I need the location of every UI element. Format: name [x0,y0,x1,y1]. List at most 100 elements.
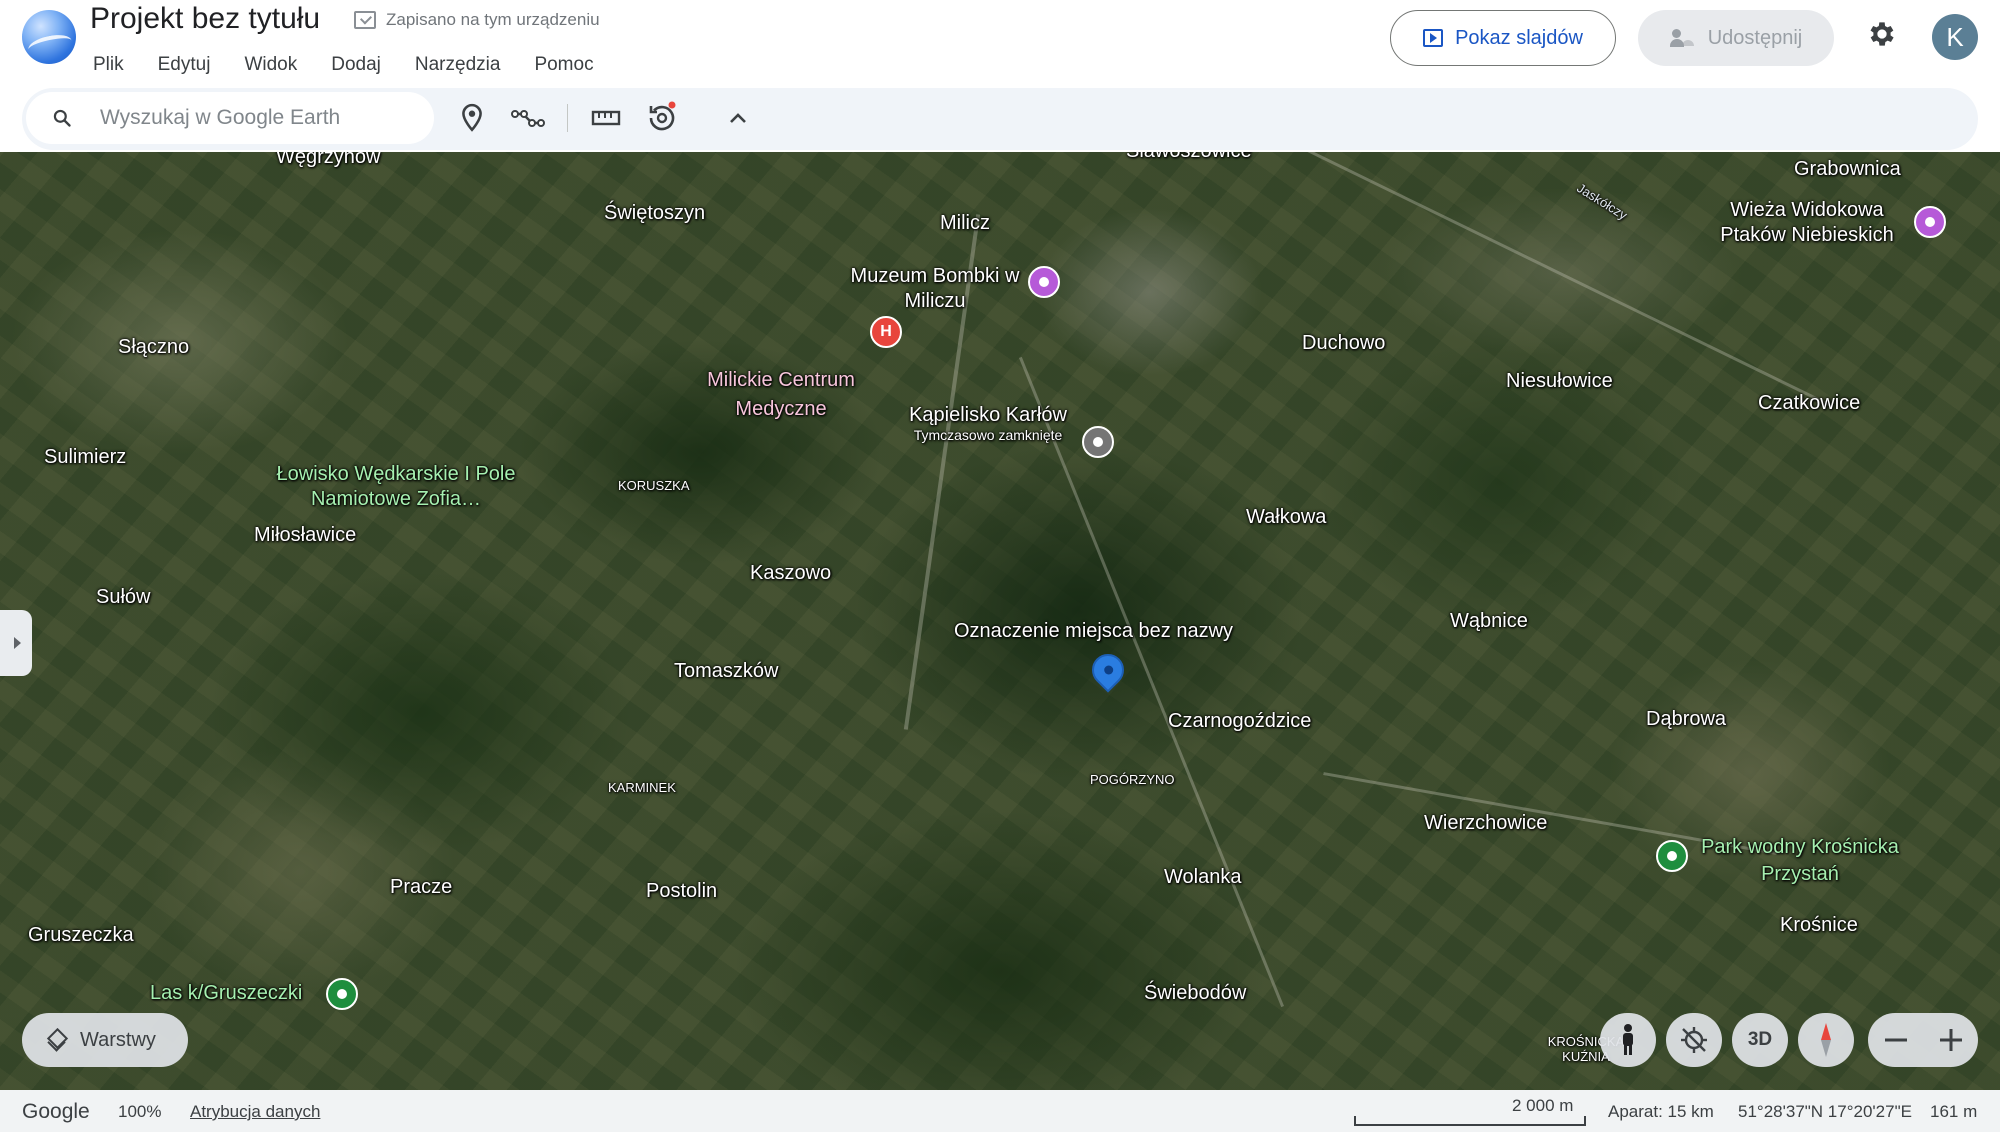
chevron-up-icon [730,113,746,123]
share-label: Udostępnij [1707,26,1803,49]
place-label[interactable]: Węgrzynów [276,152,380,169]
locality-label[interactable]: KARMINEK [608,780,676,795]
project-title[interactable]: Projekt bez tytułu [90,2,320,36]
pegman-icon [1623,1024,1633,1055]
locality-label[interactable]: POGÓRZYNO [1090,772,1175,787]
zoom-level: 100% [118,1102,162,1121]
poi-label[interactable]: Las k/Gruszeczki [150,982,302,1005]
collapse-toolbar-button[interactable] [718,98,758,138]
place-label[interactable]: Wierzchowice [1424,812,1547,835]
search-box[interactable] [26,92,434,144]
google-earth-logo[interactable] [22,10,76,64]
hospital-label[interactable]: Milickie Centrum Medyczne [696,366,866,424]
settings-gear-icon[interactable] [1866,18,1898,50]
place-label[interactable]: Świebodów [1144,982,1246,1005]
place-label[interactable]: Czarnogoździce [1168,710,1311,733]
place-label[interactable]: Sułów [96,586,150,609]
side-panel-toggle[interactable] [0,610,32,676]
beach-poi-icon[interactable] [1082,426,1114,458]
poi-label[interactable]: Łowisko Wędkarskie I Pole Namiotowe Zofi… [276,462,516,512]
zoom-in-button[interactable] [1923,1013,1978,1067]
kapielisko-status: Tymczasowo zamknięte [913,427,1063,443]
place-label[interactable]: Niesułowice [1506,370,1613,393]
draw-line-tool[interactable] [508,98,548,138]
place-label[interactable]: Słączno [118,336,189,359]
placemark-label[interactable]: Oznaczenie miejsca bez nazwy [954,620,1233,643]
compass-icon [1821,1023,1831,1057]
view-mode-3d-button[interactable]: 3D [1732,1013,1788,1067]
share-button[interactable]: Udostępnij [1638,10,1834,66]
place-label[interactable]: Wałkowa [1246,506,1326,529]
place-label[interactable]: Dąbrowa [1646,708,1726,731]
place-label[interactable]: Tomaszków [674,660,778,683]
account-avatar[interactable]: K [1932,14,1978,60]
menu-narzedzia[interactable]: Narzędzia [398,52,518,78]
menu-dodaj[interactable]: Dodaj [314,52,398,78]
scale-bar [1354,1116,1586,1126]
place-label[interactable]: Sulimierz [44,446,126,469]
place-label[interactable]: Duchowo [1302,332,1385,355]
place-label[interactable]: Miłosławice [254,524,356,547]
add-placemark-icon [462,103,482,132]
forest-poi-icon[interactable] [326,978,358,1010]
place-label[interactable]: Krośnice [1780,914,1858,937]
measure-ruler-icon [591,110,621,126]
layers-icon [48,1031,66,1049]
place-label[interactable]: Postolin [646,880,717,903]
menu-widok[interactable]: Widok [227,52,314,78]
kapielisko-name: Kąpielisko Karłów [909,404,1067,426]
measure-tool[interactable] [586,98,626,138]
place-label[interactable]: Sławoszowice [1126,152,1252,163]
zoom-out-button[interactable] [1868,1013,1923,1067]
menu-bar: Plik Edytuj Widok Dodaj Narzędzia Pomoc [76,52,611,78]
place-label[interactable]: Wolanka [1164,866,1241,889]
park-poi-icon[interactable] [1656,840,1688,872]
data-attribution-link[interactable]: Atrybucja danych [190,1102,320,1122]
satellite-map[interactable]: Węgrzynów Sławoszowice Grabownica Jaskół… [0,152,2000,1090]
museum-poi-icon[interactable] [1028,266,1060,298]
place-label[interactable]: Wąbnice [1450,610,1528,633]
poi-label[interactable]: Park wodny Krośnicka Przystań [1700,834,1900,888]
add-placemark-tool[interactable] [452,98,492,138]
coordinates[interactable]: 51°28'37"N 17°20'27"E [1738,1102,1912,1122]
draw-line-icon [511,110,545,127]
locality-label[interactable]: KORUSZKA [618,478,690,493]
menu-pomoc[interactable]: Pomoc [517,52,610,78]
layers-label: Warstwy [80,1028,156,1051]
location-toggle-button[interactable] [1666,1013,1722,1067]
menu-edytuj[interactable]: Edytuj [141,52,228,78]
road [1289,152,1831,407]
street-view-button[interactable] [1600,1013,1656,1067]
save-status: Zapisano na tym urządzeniu [354,10,600,30]
save-status-text: Zapisano na tym urządzeniu [386,10,600,29]
hospital-poi-icon[interactable]: H [870,316,902,348]
road [1018,356,1285,1008]
place-label[interactable]: Wieża Widokowa Ptaków Niebieskich [1712,198,1902,248]
slideshow-icon [1423,29,1444,47]
lake-label[interactable]: Jaskółczy [1574,180,1630,223]
place-label[interactable]: Świętoszyn [604,202,705,225]
search-icon [53,109,71,127]
scale-label: 2 000 m [1512,1096,1574,1115]
slideshow-label: Pokaz slajdów [1455,26,1583,49]
location-off-icon [1681,1027,1707,1053]
minus-icon [1884,1038,1907,1042]
camera-altitude: Aparat: 15 km [1608,1102,1714,1121]
zoom-controls [1868,1013,1978,1067]
place-label[interactable]: Pracze [390,876,452,899]
viewpoint-poi-icon[interactable] [1914,206,1946,238]
slideshow-button[interactable]: Pokaz slajdów [1390,10,1616,66]
place-label[interactable]: Czatkowice [1758,392,1860,415]
layers-button[interactable]: Warstwy [22,1013,188,1067]
place-label[interactable]: Grabownica [1794,158,1901,181]
place-label[interactable]: Kaszowo [750,562,831,585]
menu-plik[interactable]: Plik [76,52,141,78]
place-label[interactable]: Muzeum Bombki w Miliczu [850,264,1020,314]
compass-button[interactable] [1798,1013,1854,1067]
place-label[interactable]: Kąpielisko Karłów Tymczasowo zamknięte [900,404,1076,443]
place-label[interactable]: Milicz [940,212,990,235]
place-label[interactable]: Gruszeczka [28,924,134,947]
history-tool[interactable] [642,98,682,138]
google-brand: Google [22,1100,90,1123]
search-input[interactable] [100,100,420,136]
